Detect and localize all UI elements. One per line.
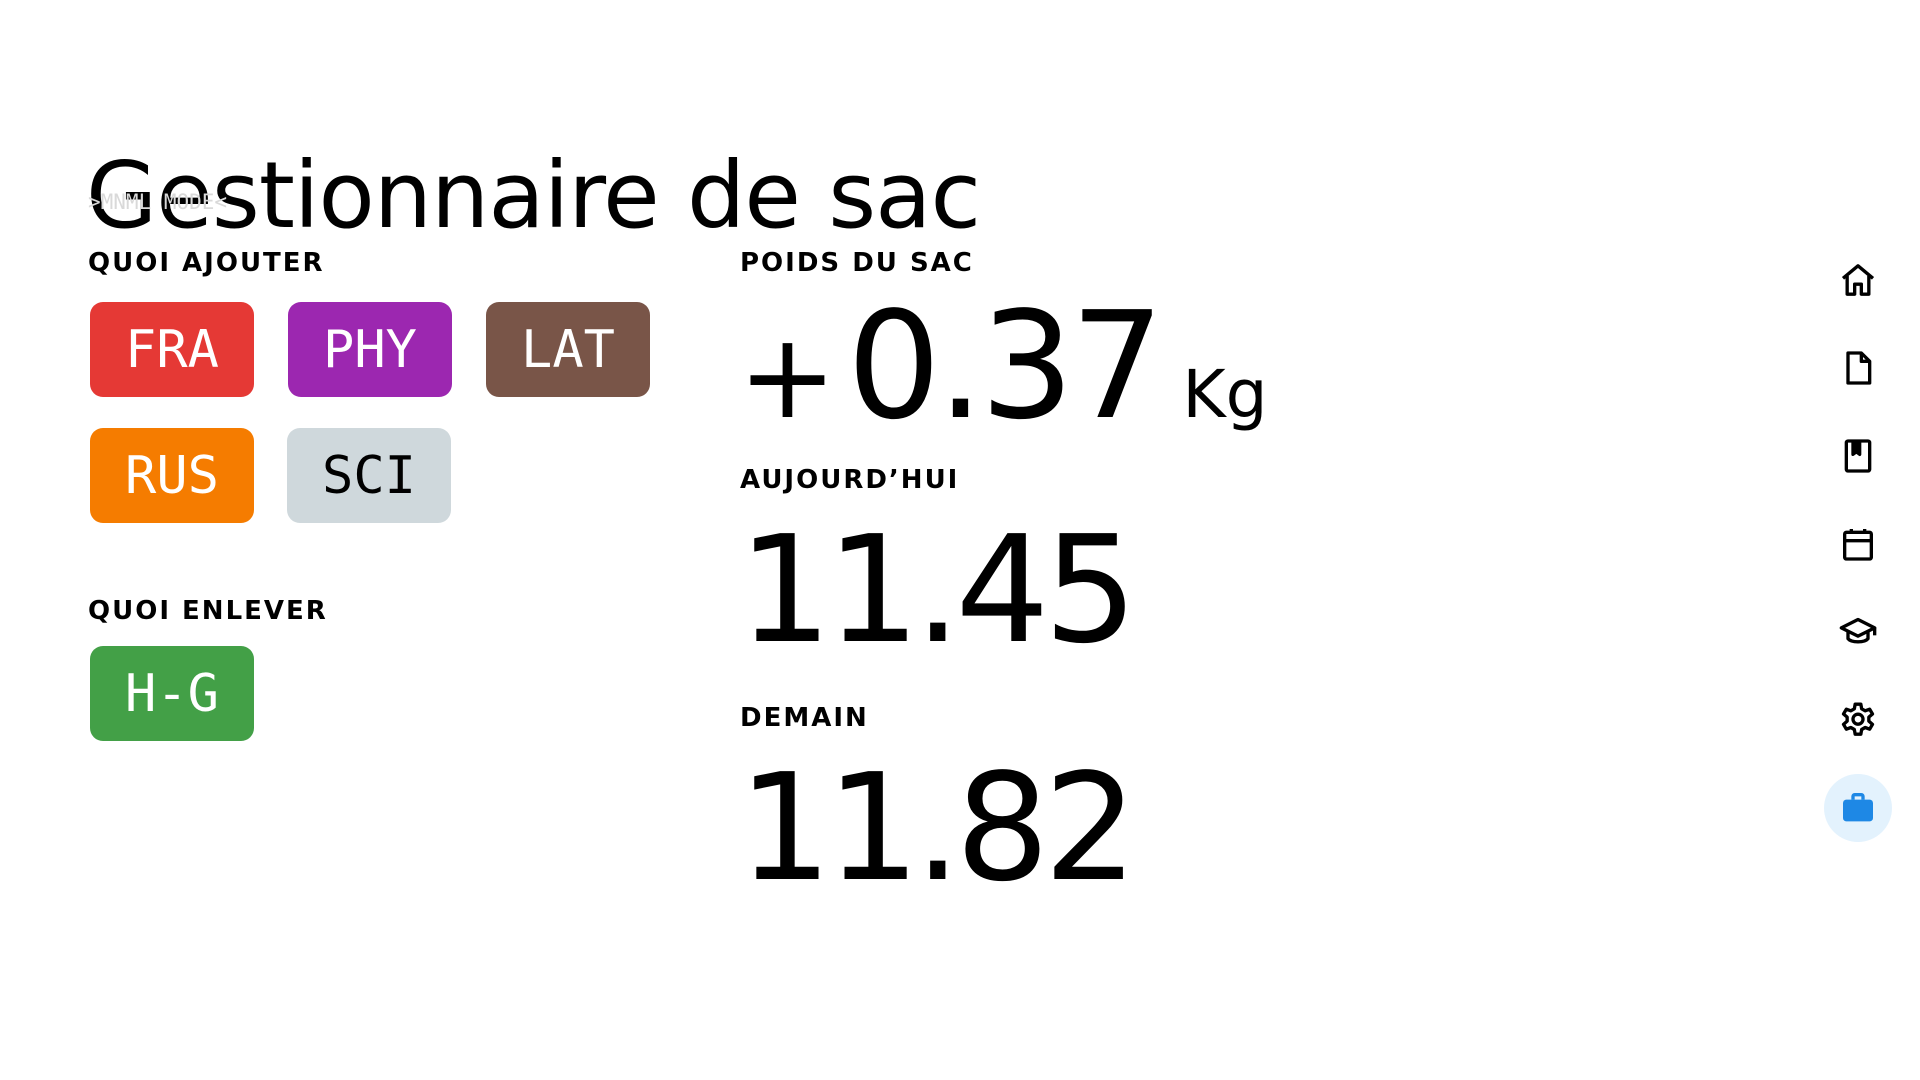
tomorrow-label: DEMAIN [740,703,869,733]
subject-chip-phy[interactable]: PHY [288,302,452,397]
nav-books[interactable] [1824,422,1892,490]
subject-chip-lat[interactable]: LAT [486,302,650,397]
graduation-cap-icon [1839,617,1877,644]
nav-bag[interactable] [1824,774,1892,842]
subject-chip-fra[interactable]: FRA [90,302,254,397]
subject-chip-rus[interactable]: RUS [90,428,254,523]
weight-unit: Kg [1182,356,1268,433]
nav-settings[interactable] [1824,686,1892,754]
minimal-mode-tag: >MNML MODE< [88,190,228,214]
today-label: AUJOURD’HUI [740,465,960,495]
nav-documents[interactable] [1824,334,1892,402]
home-icon [1841,264,1875,296]
today-weight: 11.45 [738,504,1138,676]
remove-section-label: QUOI ENLEVER [88,596,328,626]
document-icon [1846,351,1872,385]
bookmark-book-icon [1844,439,1872,473]
nav-school[interactable] [1824,598,1892,666]
subject-chip-hg[interactable]: H-G [90,646,254,741]
calendar-icon [1843,529,1873,561]
briefcase-icon [1843,793,1873,822]
bag-weight-delta: +0.37 Kg [738,292,1268,440]
nav-calendar[interactable] [1824,510,1892,578]
tomorrow-weight: 11.82 [738,742,1138,914]
subject-chip-sci[interactable]: SCI [287,428,451,523]
weight-sign: + [738,307,837,445]
bag-weight-label: POIDS DU SAC [740,248,974,278]
add-section-label: QUOI AJOUTER [88,248,325,278]
weight-value: 0.37 [846,280,1165,452]
nav-home[interactable] [1824,246,1892,314]
bag-manager-page: Gestionnaire de sac >MNML MODE< QUOI AJO… [0,0,1920,1080]
gear-icon [1841,702,1875,736]
